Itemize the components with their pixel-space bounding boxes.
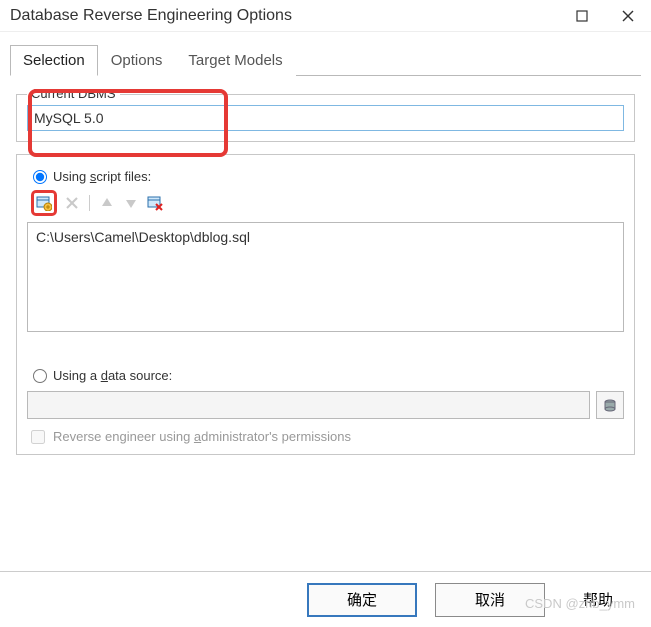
group-label-dbms: Current DBMS bbox=[27, 86, 120, 101]
window-title: Database Reverse Engineering Options bbox=[10, 7, 292, 25]
dialog-footer: 确定 取消 帮助 bbox=[0, 571, 651, 627]
data-source-row bbox=[27, 391, 624, 419]
titlebar: Database Reverse Engineering Options bbox=[0, 0, 651, 32]
add-file-icon[interactable] bbox=[35, 194, 53, 212]
browse-datasource-button[interactable] bbox=[596, 391, 624, 419]
data-source-radio[interactable] bbox=[33, 369, 47, 383]
script-files-radio[interactable] bbox=[33, 170, 47, 184]
tab-selection[interactable]: Selection bbox=[10, 45, 98, 76]
close-button[interactable] bbox=[605, 0, 651, 32]
tab-options[interactable]: Options bbox=[98, 45, 176, 76]
script-files-label: Using script files: bbox=[53, 169, 151, 184]
data-source-radio-row[interactable]: Using a data source: bbox=[33, 368, 624, 383]
ok-button[interactable]: 确定 bbox=[307, 583, 417, 617]
script-files-radio-row[interactable]: Using script files: bbox=[33, 169, 624, 184]
database-icon bbox=[603, 398, 617, 412]
move-up-icon[interactable] bbox=[98, 194, 116, 212]
tab-target-models[interactable]: Target Models bbox=[175, 45, 295, 76]
script-file-list[interactable]: C:\Users\Camel\Desktop\dblog.sql bbox=[27, 222, 624, 332]
delete-file-icon[interactable] bbox=[63, 194, 81, 212]
dbms-input[interactable] bbox=[27, 105, 624, 131]
admin-permissions-label: Reverse engineer using administrator's p… bbox=[53, 429, 351, 444]
script-toolbar bbox=[31, 190, 624, 216]
maximize-button[interactable] bbox=[559, 0, 605, 32]
toolbar-separator bbox=[89, 195, 90, 211]
highlight-add-file bbox=[31, 190, 57, 216]
list-item[interactable]: C:\Users\Camel\Desktop\dblog.sql bbox=[36, 229, 615, 245]
help-button[interactable]: 帮助 bbox=[563, 583, 633, 617]
admin-permissions-row: Reverse engineer using administrator's p… bbox=[31, 429, 624, 444]
remove-file-icon[interactable] bbox=[146, 194, 164, 212]
current-dbms-group: Current DBMS bbox=[16, 94, 635, 142]
source-group: Using script files: bbox=[16, 154, 635, 455]
cancel-button[interactable]: 取消 bbox=[435, 583, 545, 617]
data-source-label: Using a data source: bbox=[53, 368, 172, 383]
tab-bar: Selection Options Target Models bbox=[10, 44, 641, 76]
tab-content: Current DBMS Using script files: bbox=[0, 76, 651, 461]
admin-permissions-checkbox bbox=[31, 430, 45, 444]
move-down-icon[interactable] bbox=[122, 194, 140, 212]
data-source-input bbox=[27, 391, 590, 419]
